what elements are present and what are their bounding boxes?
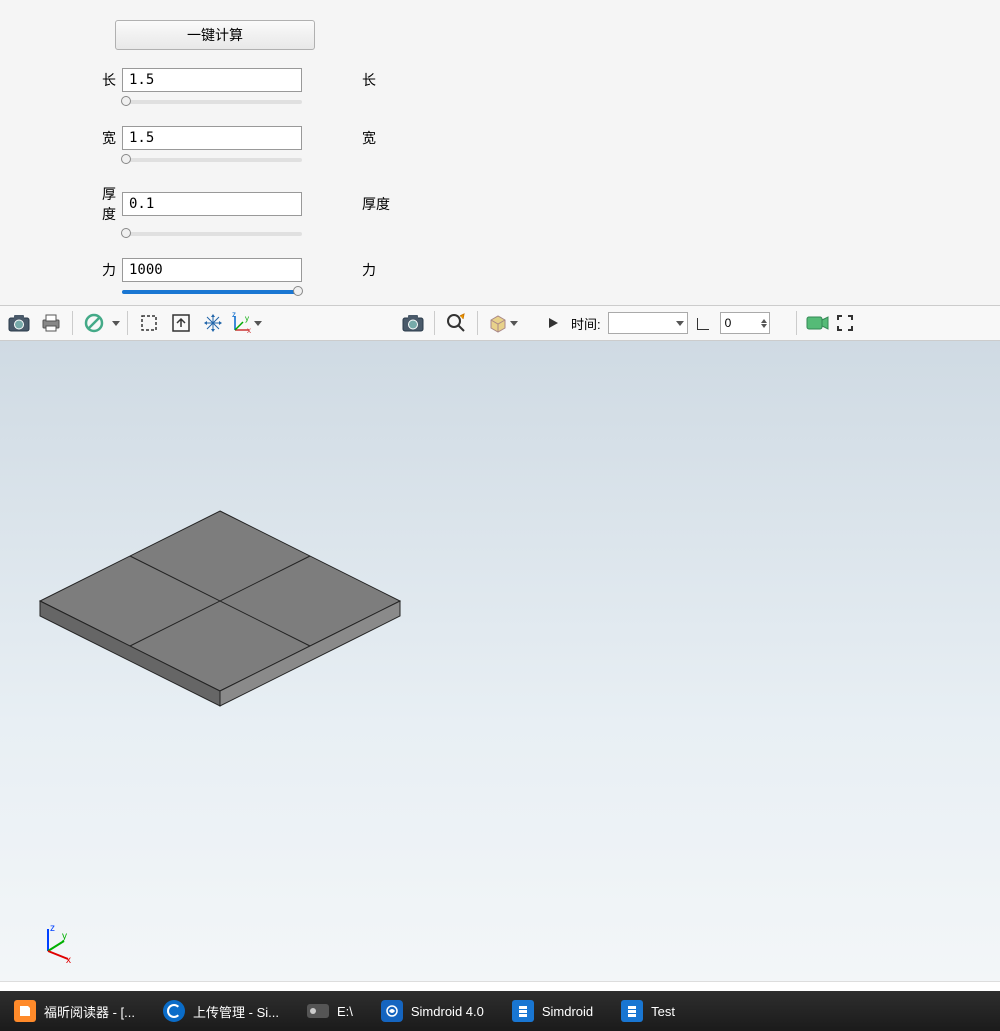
thickness-input[interactable] bbox=[122, 192, 302, 216]
taskbar-item-upload[interactable]: 上传管理 - Si... bbox=[149, 991, 293, 1031]
prohibit-icon[interactable] bbox=[79, 308, 109, 338]
axis-triad-small: z y x bbox=[38, 923, 78, 963]
param-label-left: 力 bbox=[90, 260, 122, 280]
length-input[interactable] bbox=[122, 68, 302, 92]
taskbar: 福昕阅读器 - [... 上传管理 - Si... E:\ Simdroid 4… bbox=[0, 991, 1000, 1031]
thickness-slider[interactable] bbox=[122, 232, 302, 236]
time-select[interactable] bbox=[608, 312, 688, 334]
length-slider[interactable] bbox=[122, 100, 302, 104]
width-input[interactable] bbox=[122, 126, 302, 150]
upload-icon bbox=[163, 1000, 185, 1022]
separator bbox=[127, 311, 128, 335]
3d-viewport[interactable]: Z Y X z y x bbox=[0, 341, 1000, 981]
print-icon[interactable] bbox=[36, 308, 66, 338]
simdroid2-icon bbox=[512, 1000, 534, 1022]
taskbar-item-simdroid[interactable]: Simdroid bbox=[498, 991, 607, 1031]
svg-text:y: y bbox=[245, 314, 249, 323]
param-label-left: 宽 bbox=[90, 128, 122, 148]
foxit-icon bbox=[14, 1000, 36, 1022]
calculate-button[interactable]: 一键计算 bbox=[115, 20, 315, 50]
svg-text:z: z bbox=[232, 312, 236, 319]
svg-text:x: x bbox=[247, 326, 251, 334]
plate-model bbox=[20, 501, 420, 741]
separator bbox=[796, 311, 797, 335]
svg-text:z: z bbox=[50, 923, 55, 934]
param-label-right: 长 bbox=[362, 70, 376, 90]
param-row-length: 长 长 bbox=[90, 68, 980, 92]
fit-view-icon[interactable] bbox=[166, 308, 196, 338]
angle-icon bbox=[697, 316, 711, 330]
taskbar-label: E:\ bbox=[337, 1004, 353, 1019]
dropdown-arrow-icon[interactable] bbox=[253, 321, 263, 326]
snapshot2-icon[interactable] bbox=[398, 308, 428, 338]
param-label-left: 厚度 bbox=[90, 184, 122, 224]
snapshot-icon[interactable] bbox=[4, 308, 34, 338]
select-box-icon[interactable] bbox=[134, 308, 164, 338]
taskbar-item-drive[interactable]: E:\ bbox=[293, 991, 367, 1031]
svg-text:y: y bbox=[62, 931, 67, 942]
separator bbox=[434, 311, 435, 335]
axes-orientation-icon[interactable]: z yx bbox=[230, 308, 264, 338]
param-row-force: 力 力 bbox=[90, 258, 980, 282]
time-label: 时间: bbox=[571, 314, 601, 333]
status-strip bbox=[0, 981, 1000, 991]
taskbar-label: Simdroid bbox=[542, 1004, 593, 1019]
expand-corners-icon[interactable] bbox=[835, 308, 855, 338]
separator bbox=[477, 311, 478, 335]
simdroid2-icon bbox=[621, 1000, 643, 1022]
taskbar-label: Simdroid 4.0 bbox=[411, 1004, 484, 1019]
play-icon[interactable] bbox=[546, 316, 560, 330]
dropdown-arrow-icon[interactable] bbox=[509, 321, 519, 326]
drive-icon bbox=[307, 1004, 329, 1018]
param-label-right: 力 bbox=[362, 260, 376, 280]
separator bbox=[72, 311, 73, 335]
force-slider[interactable] bbox=[122, 290, 302, 294]
taskbar-item-simdroid4[interactable]: Simdroid 4.0 bbox=[367, 991, 498, 1031]
box-icon[interactable] bbox=[484, 308, 522, 338]
quick-zoom-icon[interactable] bbox=[441, 308, 471, 338]
svg-text:x: x bbox=[66, 955, 71, 963]
param-label-right: 宽 bbox=[362, 128, 376, 148]
viewport-toolbar: z yx 时间: 0 bbox=[0, 305, 1000, 341]
param-label-left: 长 bbox=[90, 70, 122, 90]
taskbar-label: 福昕阅读器 - [... bbox=[44, 1002, 135, 1021]
camera-icon[interactable] bbox=[803, 308, 833, 338]
simdroid-icon bbox=[381, 1000, 403, 1022]
taskbar-label: 上传管理 - Si... bbox=[193, 1002, 279, 1021]
expand-arrows-icon[interactable] bbox=[198, 308, 228, 338]
taskbar-item-foxit[interactable]: 福昕阅读器 - [... bbox=[0, 991, 149, 1031]
taskbar-item-test[interactable]: Test bbox=[607, 991, 689, 1031]
frame-spinner[interactable]: 0 bbox=[720, 312, 770, 334]
taskbar-label: Test bbox=[651, 1004, 675, 1019]
force-input[interactable] bbox=[122, 258, 302, 282]
param-row-thickness: 厚度 厚度 bbox=[90, 184, 980, 224]
param-label-right: 厚度 bbox=[362, 194, 390, 214]
width-slider[interactable] bbox=[122, 158, 302, 162]
params-panel: 一键计算 长 长 宽 宽 厚度 厚度 力 力 bbox=[0, 0, 1000, 305]
dropdown-arrow-icon[interactable] bbox=[111, 321, 121, 326]
param-row-width: 宽 宽 bbox=[90, 126, 980, 150]
